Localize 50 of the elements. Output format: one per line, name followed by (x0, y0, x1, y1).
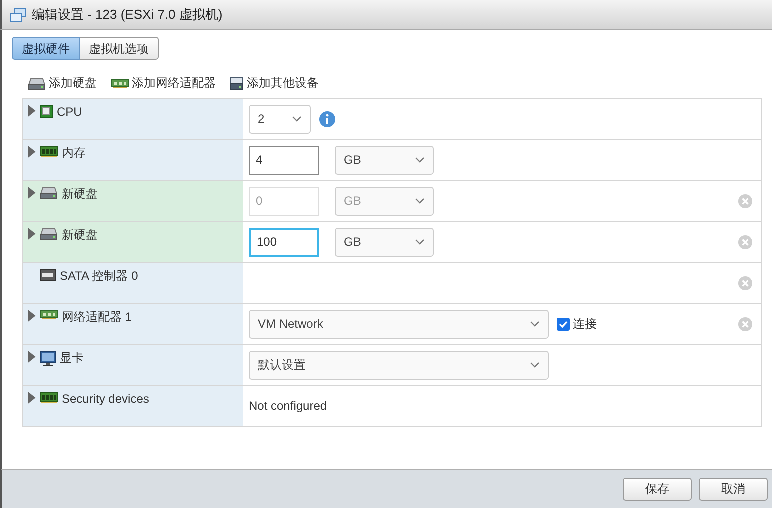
unit-dropdown[interactable]: GB (335, 228, 434, 256)
memory-icon (40, 392, 58, 404)
device-label[interactable]: Security devices (62, 392, 150, 406)
checkbox[interactable] (557, 318, 570, 330)
checkbox-label: 连接 (573, 316, 597, 332)
device-label[interactable]: 显卡 (60, 351, 84, 365)
chevron-down-icon (530, 362, 540, 368)
chevron-down-icon (530, 321, 540, 327)
expand-arrow-icon[interactable] (28, 146, 36, 158)
monitor-icon (40, 351, 56, 367)
expand-arrow-icon[interactable] (28, 392, 36, 404)
device-label[interactable]: SATA 控制器 0 (60, 269, 138, 283)
chip-icon (40, 105, 53, 118)
dialog-button[interactable]: 保存 (623, 478, 692, 500)
device-label[interactable]: 新硬盘 (62, 228, 98, 242)
chevron-down-icon (415, 198, 425, 204)
device-label[interactable]: 内存 (62, 146, 86, 160)
unit-dropdown[interactable]: GB (335, 146, 434, 174)
display-dropdown[interactable]: 默认设置 (249, 350, 549, 380)
expand-arrow-icon[interactable] (28, 351, 36, 363)
tab[interactable]: 虚拟硬件 (12, 37, 80, 60)
window-title: 编辑设置 - 123 (ESXi 7.0 虚拟机) (32, 6, 223, 24)
toolbar-button[interactable]: 添加网络适配器 (111, 75, 216, 92)
device-label[interactable]: CPU (57, 105, 82, 119)
device-icon (230, 76, 244, 90)
toolbar-button[interactable]: 添加其他设备 (230, 75, 319, 92)
dialog-button[interactable]: 取消 (699, 478, 768, 500)
window-icon (10, 8, 26, 22)
tab[interactable]: 虚拟机选项 (80, 37, 159, 60)
chevron-down-icon (292, 116, 302, 122)
chevron-down-icon (415, 157, 425, 163)
size-field[interactable]: 100 (249, 228, 319, 256)
hard-disk-icon (28, 78, 46, 90)
device-label[interactable]: 网络适配器 1 (62, 310, 132, 324)
network-card-icon (40, 310, 58, 320)
status-text: Not configured (249, 398, 328, 415)
controller-icon (40, 269, 56, 281)
size-field[interactable]: 4 (249, 146, 319, 174)
expand-arrow-icon[interactable] (28, 310, 36, 322)
cpu-count-dropdown[interactable]: 2 (249, 104, 311, 134)
memory-icon (40, 146, 58, 158)
toolbar-button[interactable]: 添加硬盘 (28, 75, 97, 92)
network-card-icon (111, 78, 129, 88)
expand-arrow-icon[interactable] (28, 105, 36, 117)
network-dropdown[interactable]: VM Network (249, 310, 549, 338)
expand-arrow-icon[interactable] (28, 228, 36, 240)
hard-disk-icon (40, 187, 58, 199)
chevron-down-icon (415, 239, 425, 245)
info-icon[interactable] (319, 110, 336, 128)
hard-disk-icon (40, 228, 58, 240)
